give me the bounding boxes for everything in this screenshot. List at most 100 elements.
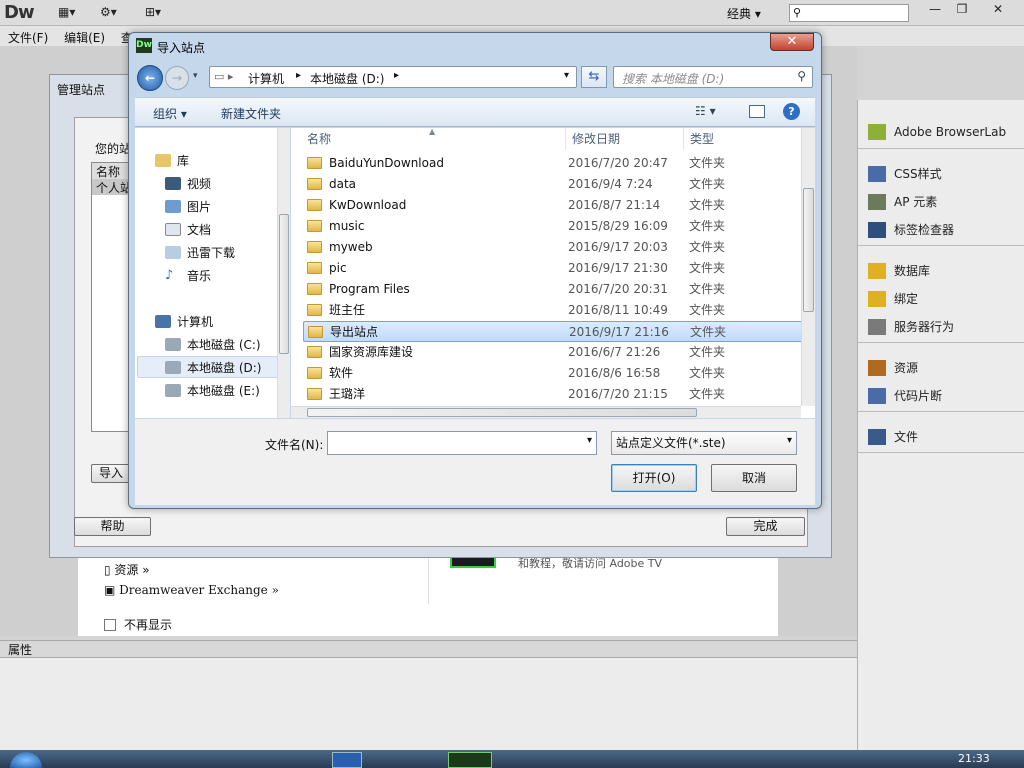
checkbox-box[interactable] xyxy=(104,618,116,631)
start-button[interactable] xyxy=(10,752,42,768)
breadcrumb-separator-icon[interactable]: ▸ xyxy=(394,70,399,81)
search-input[interactable]: 搜索 本地磁盘 (D:) ⚲ xyxy=(613,66,813,88)
col-header-type[interactable]: 类型 xyxy=(683,128,714,150)
view-options-icon[interactable]: ☷ ▾ xyxy=(695,104,716,118)
help-button[interactable]: 帮助 xyxy=(74,517,151,536)
file-row[interactable]: myweb 2016/9/17 20:03 文件夹 xyxy=(303,237,803,258)
forward-button[interactable]: → xyxy=(165,66,189,90)
dialog-title: 导入站点 xyxy=(157,41,206,55)
word-taskbar-icon[interactable] xyxy=(332,752,362,768)
new-folder-button[interactable]: 新建文件夹 xyxy=(221,105,281,122)
import-button[interactable]: 导入 xyxy=(91,464,131,483)
file-row[interactable]: music 2015/8/29 16:09 文件夹 xyxy=(303,216,803,237)
filename-input[interactable]: ▾ xyxy=(327,431,597,455)
minimize-button[interactable]: — xyxy=(921,0,949,18)
file-row[interactable]: 班主任 2016/8/11 10:49 文件夹 xyxy=(303,300,803,321)
organize-button[interactable]: 组织 ▾ xyxy=(153,105,187,122)
file-date: 2016/8/11 10:49 xyxy=(568,303,668,317)
address-bar[interactable]: ▭ ▸ 计算机 ▸ 本地磁盘 (D:) ▸ ▾ xyxy=(209,66,577,88)
breadcrumb-separator-icon[interactable]: ▸ xyxy=(296,70,301,81)
folder-icon xyxy=(307,157,322,169)
file-row[interactable]: 国家资源库建设 2016/6/7 21:26 文件夹 xyxy=(303,342,803,363)
library-icon xyxy=(155,154,171,167)
breadcrumb-drive-d[interactable]: 本地磁盘 (D:) xyxy=(310,70,384,87)
nav-item-pictures[interactable]: 图片 xyxy=(165,198,211,215)
panel-ap-elements[interactable]: AP 元素 xyxy=(868,193,937,210)
file-type: 文件夹 xyxy=(689,282,726,296)
dw-taskbar-icon[interactable] xyxy=(448,752,492,768)
restore-button[interactable]: ❐ xyxy=(948,0,976,18)
close-app-button[interactable]: ✕ xyxy=(984,0,1012,18)
file-scroll-thumb[interactable] xyxy=(803,188,814,312)
folder-icon xyxy=(307,178,322,190)
file-hscrollbar[interactable] xyxy=(291,406,801,418)
file-hscroll-thumb[interactable] xyxy=(307,408,697,417)
close-button[interactable]: ✕ xyxy=(770,33,814,51)
recent-dropdown-icon[interactable]: ▾ xyxy=(193,71,198,81)
help-search-input[interactable]: ⚲ xyxy=(789,4,909,22)
nav-item-music[interactable]: ♪ 音乐 xyxy=(165,267,211,284)
file-row[interactable]: data 2016/9/4 7:24 文件夹 xyxy=(303,174,803,195)
nav-item-video[interactable]: 视频 xyxy=(165,175,211,192)
site-icon[interactable]: ⊞▾ xyxy=(145,5,161,19)
col-header-date[interactable]: 修改日期 xyxy=(565,128,620,150)
done-button[interactable]: 完成 xyxy=(726,517,805,536)
menu-edit[interactable]: 编辑(E) xyxy=(56,26,109,46)
welcome-screen: ▯ 资源 » ▣ Dreamweaver Exchange » 和教程，敬请访问… xyxy=(78,556,778,636)
workspace-switcher[interactable]: 经典 ▾ xyxy=(727,5,761,22)
nav-item-documents[interactable]: 文档 xyxy=(165,221,211,238)
ap-icon xyxy=(868,193,886,210)
nav-scrollbar[interactable] xyxy=(277,128,290,418)
open-button[interactable]: 打开(O) xyxy=(611,464,697,492)
cancel-button[interactable]: 取消 xyxy=(711,464,797,492)
nav-item-library[interactable]: 库 xyxy=(155,152,189,169)
menu-file[interactable]: 文件(F) xyxy=(0,26,52,46)
manage-sites-title: 管理站点 xyxy=(57,83,106,97)
file-row[interactable]: pic 2016/9/17 21:30 文件夹 xyxy=(303,258,803,279)
file-date: 2016/8/7 21:14 xyxy=(568,198,661,212)
nav-item-thunder[interactable]: 迅雷下载 xyxy=(165,244,235,261)
panel-assets[interactable]: 资源 xyxy=(868,359,918,376)
file-scrollbar[interactable] xyxy=(801,128,815,406)
preview-pane-icon[interactable] xyxy=(749,105,765,118)
file-row[interactable]: Program Files 2016/7/20 20:31 文件夹 xyxy=(303,279,803,300)
panel-browserlab[interactable]: Adobe BrowserLab xyxy=(868,124,1006,140)
file-type: 文件夹 xyxy=(689,303,726,317)
panel-tag-inspector[interactable]: 标签检查器 xyxy=(868,221,954,238)
panel-server-behaviors[interactable]: 服务器行为 xyxy=(868,318,954,335)
back-button[interactable]: ← xyxy=(137,65,163,91)
panel-divider xyxy=(858,452,1024,453)
refresh-button[interactable]: ⇆ xyxy=(581,66,607,88)
file-row[interactable]: BaiduYunDownload 2016/7/20 20:47 文件夹 xyxy=(303,153,803,174)
filetype-select[interactable]: 站点定义文件(*.ste) ▾ xyxy=(611,431,797,455)
layout-icon[interactable]: ▦▾ xyxy=(58,5,75,19)
panel-bindings[interactable]: 绑定 xyxy=(868,290,918,307)
col-header-name[interactable]: 名称 xyxy=(307,128,331,150)
dont-show-checkbox[interactable]: 不再显示 xyxy=(104,616,172,633)
file-row[interactable]: KwDownload 2016/8/7 21:14 文件夹 xyxy=(303,195,803,216)
panel-label: 数据库 xyxy=(894,264,931,278)
gear-icon[interactable]: ⚙▾ xyxy=(100,5,117,19)
close-icon: ✕ xyxy=(786,34,798,49)
assets-link[interactable]: ▯ 资源 » xyxy=(104,561,150,578)
nav-item-drive-d[interactable]: 本地磁盘 (D:) xyxy=(165,359,261,376)
file-row[interactable]: 导出站点 2016/9/17 21:16 文件夹 xyxy=(303,321,803,342)
filename-dropdown-icon[interactable]: ▾ xyxy=(587,435,592,446)
nav-item-computer[interactable]: 计算机 xyxy=(155,313,213,330)
panel-snippets[interactable]: 代码片断 xyxy=(868,387,942,404)
nav-item-drive-e[interactable]: 本地磁盘 (E:) xyxy=(165,382,260,399)
panel-css-styles[interactable]: CSS样式 xyxy=(868,165,942,182)
nav-scroll-thumb[interactable] xyxy=(279,214,289,354)
address-dropdown-icon[interactable]: ▾ xyxy=(564,70,569,81)
nav-item-drive-c[interactable]: 本地磁盘 (C:) xyxy=(165,336,261,353)
panel-files[interactable]: 文件 xyxy=(868,428,918,445)
file-row[interactable]: 软件 2016/8/6 16:58 文件夹 xyxy=(303,363,803,384)
properties-header[interactable]: 属性 xyxy=(0,640,857,658)
file-row[interactable]: 王璐洋 2016/7/20 21:15 文件夹 xyxy=(303,384,803,405)
assets-icon xyxy=(868,359,886,376)
help-icon[interactable]: ? xyxy=(783,103,800,120)
folder-icon xyxy=(307,199,322,211)
breadcrumb-computer[interactable]: 计算机 xyxy=(248,70,284,87)
exchange-link[interactable]: ▣ Dreamweaver Exchange » xyxy=(104,583,279,597)
panel-databases[interactable]: 数据库 xyxy=(868,262,930,279)
